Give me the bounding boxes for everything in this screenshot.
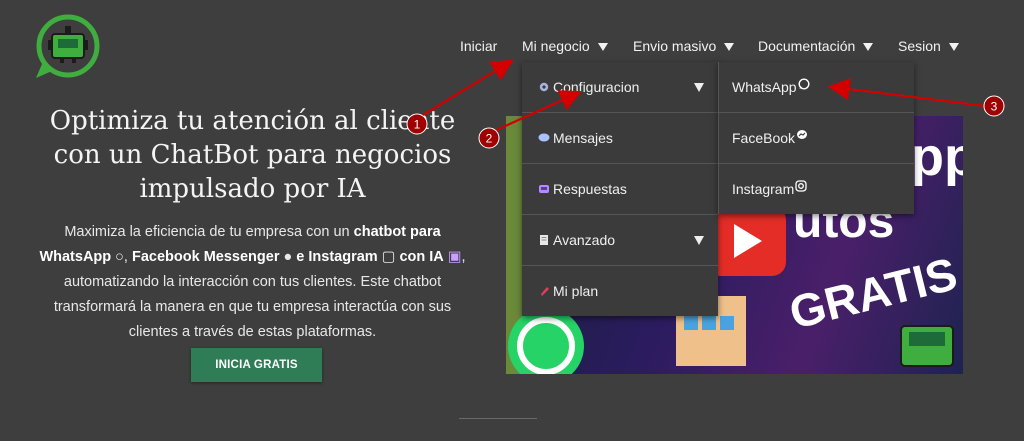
- submenu-item-label: Respuestas: [553, 181, 627, 197]
- submenu-item-label: Mi plan: [553, 283, 599, 299]
- configuracion-submenu: WhatsApp FaceBook Instagram: [718, 62, 914, 214]
- caret-down-icon: [694, 83, 704, 92]
- promo-text-top: pp: [911, 127, 963, 187]
- submenu-item-avanzado[interactable]: Avanzado: [522, 215, 718, 266]
- social-item-facebook[interactable]: FaceBook: [719, 113, 914, 164]
- messenger-icon: [797, 130, 808, 139]
- annotation-badge-3: 3: [983, 95, 1005, 117]
- social-item-instagram[interactable]: Instagram: [719, 164, 914, 214]
- document-icon: [540, 235, 548, 245]
- hero-description: Maximiza la eficiencia de tu empresa con…: [39, 224, 466, 340]
- pin-icon: [541, 287, 549, 296]
- nav-item-label: Iniciar: [460, 38, 498, 54]
- submenu-item-label: Configuracion: [553, 79, 640, 95]
- annotation-badge-2: 2: [478, 127, 500, 149]
- hero-bold-ia: con IA: [399, 249, 444, 265]
- inicia-gratis-button[interactable]: INICIA GRATIS: [191, 348, 322, 382]
- main-nav: Iniciar Mi negocio Envio masivo Document…: [0, 38, 1024, 60]
- social-item-label: Instagram: [732, 181, 795, 197]
- nav-item-label: Envio masivo: [633, 38, 717, 54]
- robot-icon: ▣: [447, 249, 462, 265]
- nav-item-envio-masivo[interactable]: Envio masivo: [633, 38, 735, 54]
- instagram-icon: [795, 180, 807, 192]
- instagram-icon: ▢: [381, 249, 396, 265]
- divider: [459, 418, 537, 419]
- gear-icon: [539, 82, 549, 92]
- hero-text-part: Maximiza la eficiencia de tu empresa con…: [64, 224, 354, 240]
- nav-item-label: Documentación: [758, 38, 856, 54]
- submenu-item-respuestas[interactable]: Respuestas: [522, 164, 718, 215]
- social-item-label: WhatsApp: [732, 79, 797, 95]
- nav-item-documentacion[interactable]: Documentación: [758, 38, 874, 54]
- hero-bold-messenger: Facebook Messenger: [131, 249, 280, 265]
- svg-text:2: 2: [486, 132, 493, 146]
- nav-item-mi-negocio[interactable]: Mi negocio: [522, 38, 608, 54]
- social-item-label: FaceBook: [732, 130, 796, 146]
- submenu-item-mensajes[interactable]: Mensajes: [522, 113, 718, 164]
- whatsapp-icon: ○: [115, 249, 124, 265]
- caret-down-icon: [597, 43, 608, 51]
- submenu-item-label: Mensajes: [553, 130, 613, 146]
- submenu-item-label: Avanzado: [553, 232, 616, 248]
- submenu-item-mi-plan[interactable]: Mi plan: [522, 266, 718, 316]
- caret-down-icon: [694, 236, 704, 245]
- social-item-whatsapp[interactable]: WhatsApp: [719, 62, 914, 113]
- nav-item-label: Sesion: [898, 38, 941, 54]
- messenger-icon: ●: [283, 249, 293, 265]
- hero-title: Optimiza tu atención al cliente con un C…: [49, 106, 456, 204]
- whatsapp-icon: [798, 78, 810, 90]
- caret-down-icon: [863, 43, 874, 51]
- nav-item-iniciar[interactable]: Iniciar: [460, 38, 497, 54]
- caret-down-icon: [948, 43, 959, 51]
- nav-item-sesion[interactable]: Sesion: [898, 38, 959, 54]
- hero-bold-instagram: e Instagram: [296, 249, 378, 265]
- mi-negocio-submenu: Configuracion Mensajes Respuestas Avanza…: [522, 62, 718, 316]
- nav-item-label: Mi negocio: [522, 38, 590, 54]
- svg-text:3: 3: [991, 100, 998, 114]
- submenu-item-configuracion[interactable]: Configuracion: [522, 62, 718, 113]
- caret-down-icon: [724, 43, 735, 51]
- robot-icon: [539, 185, 549, 193]
- chat-bubble-icon: [538, 133, 550, 142]
